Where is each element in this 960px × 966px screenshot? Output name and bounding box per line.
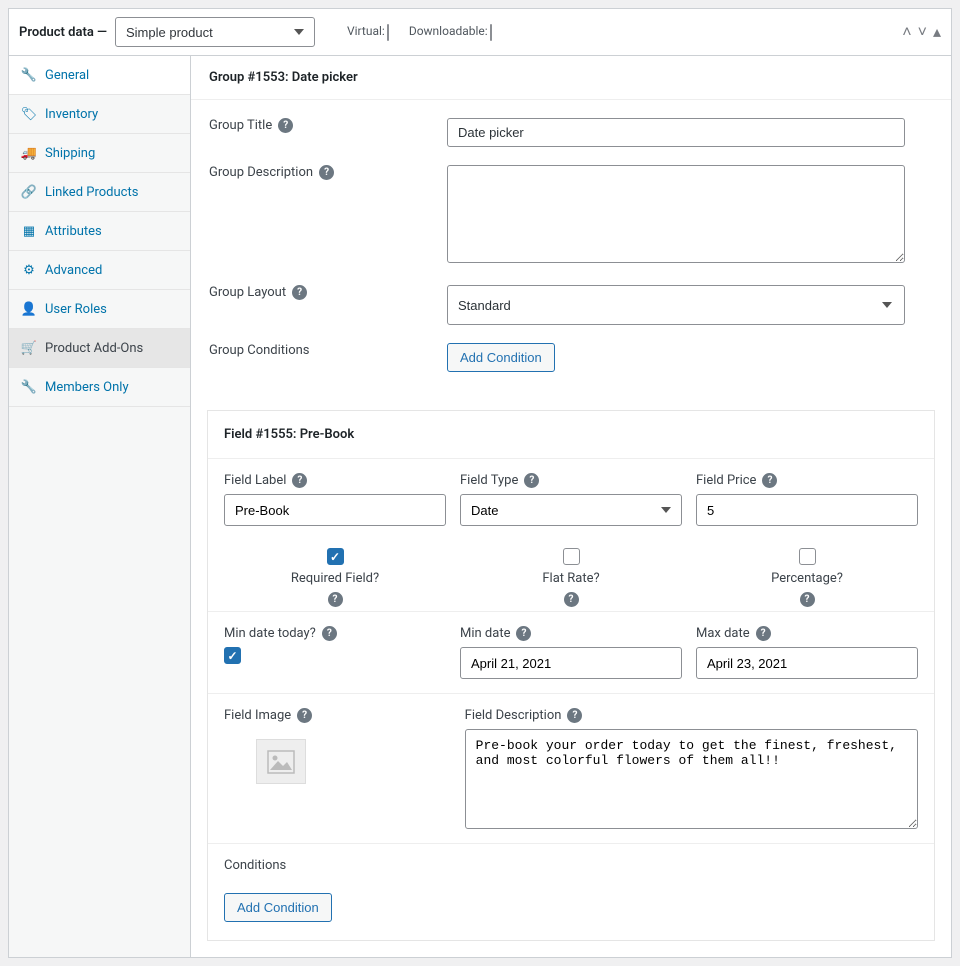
cart-icon: 🛒	[21, 340, 37, 356]
sidebar-item-members-only[interactable]: 🔧 Members Only	[9, 368, 190, 407]
help-icon[interactable]: ?	[564, 592, 579, 607]
sidebar-item-linked-products[interactable]: 🔗 Linked Products	[9, 173, 190, 212]
sidebar-item-label: Advanced	[45, 263, 102, 278]
field-label-input[interactable]	[224, 494, 446, 526]
wrench-icon: 🔧	[21, 67, 37, 83]
field-conditions-label: Conditions	[224, 858, 918, 873]
required-field-label: Required Field?	[291, 571, 379, 586]
required-field-checkbox[interactable]	[327, 548, 344, 565]
percentage-checkbox[interactable]	[799, 548, 816, 565]
chevron-down-icon[interactable]: ˅	[918, 24, 927, 40]
sidebar-item-shipping[interactable]: 🚚 Shipping	[9, 134, 190, 173]
percentage-label: Percentage?	[771, 571, 843, 586]
help-icon[interactable]: ?	[292, 285, 307, 300]
sidebar-item-label: General	[45, 68, 89, 83]
virtual-label: Virtual:	[347, 24, 385, 38]
field-description-input[interactable]	[465, 729, 918, 829]
field-price-label: Field Price	[696, 473, 756, 488]
sidebar-item-advanced[interactable]: ⚙ Advanced	[9, 251, 190, 290]
field-label-label: Field Label	[224, 473, 286, 488]
sidebar-item-attributes[interactable]: ▦ Attributes	[9, 212, 190, 251]
group-conditions-label: Group Conditions	[209, 343, 310, 358]
panel-header: Product data — Simple product Virtual: D…	[9, 9, 951, 56]
help-icon[interactable]: ?	[516, 626, 531, 641]
sidebar-item-user-roles[interactable]: 👤 User Roles	[9, 290, 190, 329]
min-date-input[interactable]	[460, 647, 682, 679]
max-date-label: Max date	[696, 626, 750, 641]
gear-icon: ⚙	[21, 262, 37, 278]
chevron-up-icon[interactable]: ˄	[902, 24, 911, 40]
help-icon[interactable]: ?	[756, 626, 771, 641]
link-icon: 🔗	[21, 184, 37, 200]
sidebar-item-label: Members Only	[45, 380, 129, 395]
sidebar-item-general[interactable]: 🔧 General	[9, 56, 190, 95]
sidebar: 🔧 General 🏷 Inventory 🚚 Shipping 🔗 Linked Pr…	[9, 56, 191, 957]
list-icon: ▦	[21, 223, 37, 239]
help-icon[interactable]: ?	[297, 708, 312, 723]
sidebar-item-product-add-ons[interactable]: 🛒 Product Add-Ons	[9, 329, 190, 368]
add-field-condition-button[interactable]: Add Condition	[224, 893, 332, 922]
group-description-input[interactable]	[447, 165, 905, 263]
field-type-label: Field Type	[460, 473, 518, 488]
min-date-today-checkbox[interactable]	[224, 647, 241, 664]
min-date-label: Min date	[460, 626, 510, 641]
group-layout-label: Group Layout	[209, 285, 286, 300]
sidebar-item-label: Linked Products	[45, 185, 138, 200]
help-icon[interactable]: ?	[524, 473, 539, 488]
group-title-input[interactable]	[447, 118, 905, 147]
sidebar-item-label: User Roles	[45, 302, 107, 317]
sidebar-item-label: Attributes	[45, 224, 102, 239]
sidebar-item-label: Shipping	[45, 146, 95, 161]
product-type-select[interactable]: Simple product	[115, 17, 315, 47]
image-placeholder-icon[interactable]	[256, 739, 306, 784]
group-heading: Group #1553: Date picker	[191, 56, 951, 100]
help-icon[interactable]: ?	[762, 473, 777, 488]
sidebar-item-inventory[interactable]: 🏷 Inventory	[9, 95, 190, 134]
truck-icon: 🚚	[21, 145, 37, 161]
field-box: Field #1555: Pre-Book Field Label? Field…	[207, 410, 935, 941]
help-icon[interactable]: ?	[292, 473, 307, 488]
help-icon[interactable]: ?	[319, 165, 334, 180]
field-description-label: Field Description	[465, 708, 562, 723]
triangle-up-icon[interactable]: ▴	[933, 24, 941, 40]
add-condition-button[interactable]: Add Condition	[447, 343, 555, 372]
tag-icon: 🏷	[21, 106, 37, 122]
field-type-select[interactable]: Date	[460, 494, 682, 526]
help-icon[interactable]: ?	[567, 708, 582, 723]
help-icon[interactable]: ?	[278, 118, 293, 133]
wrench-icon: 🔧	[21, 379, 37, 395]
sidebar-item-label: Inventory	[45, 107, 98, 122]
field-image-label: Field Image	[224, 708, 291, 723]
help-icon[interactable]: ?	[328, 592, 343, 607]
product-toggles: Virtual: Downloadable:	[347, 24, 492, 39]
max-date-input[interactable]	[696, 647, 918, 679]
field-price-input[interactable]	[696, 494, 918, 526]
group-layout-select[interactable]: Standard	[447, 285, 905, 325]
group-title-label: Group Title	[209, 118, 272, 133]
field-heading: Field #1555: Pre-Book	[208, 411, 934, 459]
group-description-label: Group Description	[209, 165, 313, 180]
help-icon[interactable]: ?	[800, 592, 815, 607]
product-data-panel: Product data — Simple product Virtual: D…	[8, 8, 952, 958]
panel-title: Product data —	[19, 25, 107, 40]
min-date-today-label: Min date today?	[224, 626, 316, 641]
downloadable-label: Downloadable:	[409, 24, 488, 38]
sidebar-item-label: Product Add-Ons	[45, 341, 143, 356]
help-icon[interactable]: ?	[322, 626, 337, 641]
user-icon: 👤	[21, 301, 37, 317]
virtual-checkbox[interactable]	[387, 24, 389, 41]
downloadable-checkbox[interactable]	[490, 24, 492, 41]
main-content: Group #1553: Date picker Group Title ? G…	[191, 56, 951, 957]
flat-rate-checkbox[interactable]	[563, 548, 580, 565]
flat-rate-label: Flat Rate?	[542, 571, 599, 586]
